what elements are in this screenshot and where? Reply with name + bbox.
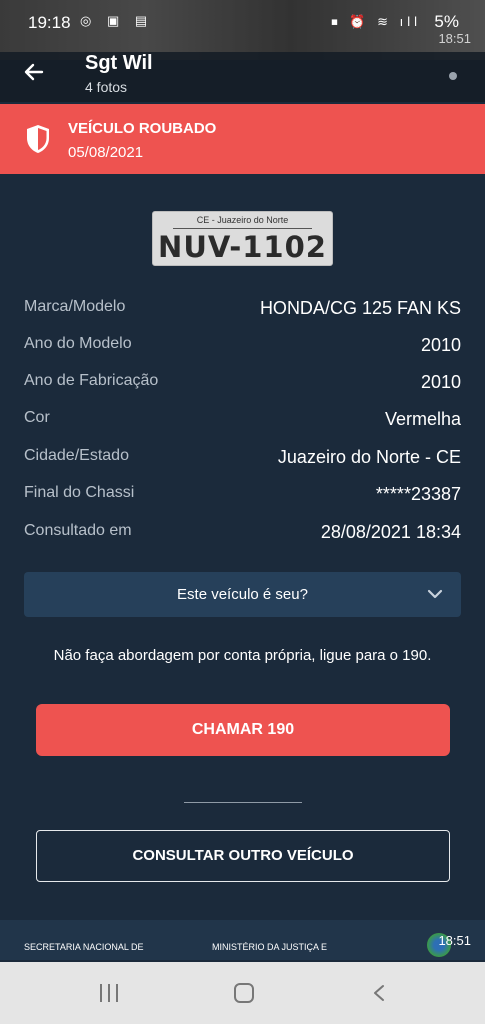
header-subtitle: 4 fotos bbox=[85, 79, 128, 95]
system-navigation-bar bbox=[0, 962, 485, 1024]
info-row-city-state: Cidade/Estado Juazeiro do Norte - CE bbox=[24, 447, 461, 471]
info-row-manufacture-year: Ano de Fabricação 2010 bbox=[24, 372, 461, 396]
recents-icon[interactable] bbox=[100, 984, 120, 1002]
license-plate: CE - Juazeiro do Norte NUV-1102 bbox=[152, 211, 333, 266]
alert-date: 05/08/2021 bbox=[68, 144, 144, 161]
info-label: Ano do Modelo bbox=[24, 335, 132, 352]
info-row-model-year: Ano do Modelo 2010 bbox=[24, 335, 461, 359]
notification-icons: ◎ ▣ ▤ bbox=[80, 13, 154, 28]
info-value: 2010 bbox=[420, 372, 461, 392]
photo-background bbox=[0, 0, 485, 60]
info-label: Marca/Modelo bbox=[24, 298, 126, 315]
info-row-brand-model: Marca/Modelo HONDA/CG 125 FAN KS bbox=[24, 298, 461, 322]
consult-other-vehicle-button[interactable]: CONSULTAR OUTRO VEÍCULO bbox=[36, 830, 450, 882]
system-icons: ⏹ ⏰ ≋ ıll bbox=[331, 14, 421, 29]
footer-ministerio: MINISTÉRIO DA JUSTIÇA E bbox=[212, 942, 328, 952]
info-label: Consultado em bbox=[24, 522, 132, 539]
overlay-time: 18:51 bbox=[438, 31, 471, 46]
alert-title: VEÍCULO ROUBADO bbox=[68, 120, 217, 137]
more-dot-icon[interactable] bbox=[449, 72, 457, 80]
owner-dropdown-label: Este veículo é seu? bbox=[177, 586, 308, 603]
info-row-consulted: Consultado em 28/08/2021 18:34 bbox=[24, 522, 461, 546]
app-header: Sgt Wil 4 fotos bbox=[0, 52, 485, 102]
info-label: Cidade/Estado bbox=[24, 447, 129, 464]
plate-region: CE - Juazeiro do Norte bbox=[196, 215, 289, 225]
status-bar: 19:18 ◎ ▣ ▤ ⏹ ⏰ ≋ ıll 5% 18:51 bbox=[0, 0, 485, 60]
info-value: *****23387 bbox=[375, 484, 461, 504]
battery-level: 5% bbox=[434, 12, 459, 31]
call-190-button[interactable]: CHAMAR 190 bbox=[36, 704, 450, 756]
stolen-alert-banner: VEÍCULO ROUBADO 05/08/2021 bbox=[0, 104, 485, 174]
info-value: Vermelha bbox=[384, 409, 461, 429]
info-value: 2010 bbox=[420, 335, 461, 355]
plate-divider bbox=[173, 228, 312, 229]
info-value: HONDA/CG 125 FAN KS bbox=[259, 298, 461, 318]
section-divider bbox=[184, 802, 302, 803]
header-title: Sgt Wil bbox=[85, 52, 153, 74]
info-row-color: Cor Vermelha bbox=[24, 409, 461, 433]
back-chevron-icon[interactable] bbox=[372, 984, 386, 1002]
footer-time: 18:51 bbox=[438, 933, 471, 948]
chevron-down-icon bbox=[427, 589, 443, 599]
plate-number: NUV-1102 bbox=[158, 230, 327, 264]
info-value: Juazeiro do Norte - CE bbox=[277, 447, 461, 467]
status-time: 19:18 bbox=[28, 13, 71, 32]
info-label: Ano de Fabricação bbox=[24, 372, 159, 389]
owner-dropdown[interactable]: Este veículo é seu? bbox=[24, 572, 461, 617]
home-icon[interactable] bbox=[234, 983, 254, 1003]
info-value: 28/08/2021 18:34 bbox=[320, 522, 461, 542]
info-label: Cor bbox=[24, 409, 50, 426]
shield-icon bbox=[27, 125, 49, 153]
warning-message: Não faça abordagem por conta própria, li… bbox=[53, 647, 432, 664]
back-arrow-icon[interactable] bbox=[22, 60, 46, 84]
footer-secretaria: SECRETARIA NACIONAL DE bbox=[24, 942, 144, 952]
info-label: Final do Chassi bbox=[24, 484, 135, 501]
footer: SECRETARIA NACIONAL DE MINISTÉRIO DA JUS… bbox=[0, 920, 485, 960]
info-row-chassis: Final do Chassi *****23387 bbox=[24, 484, 461, 508]
